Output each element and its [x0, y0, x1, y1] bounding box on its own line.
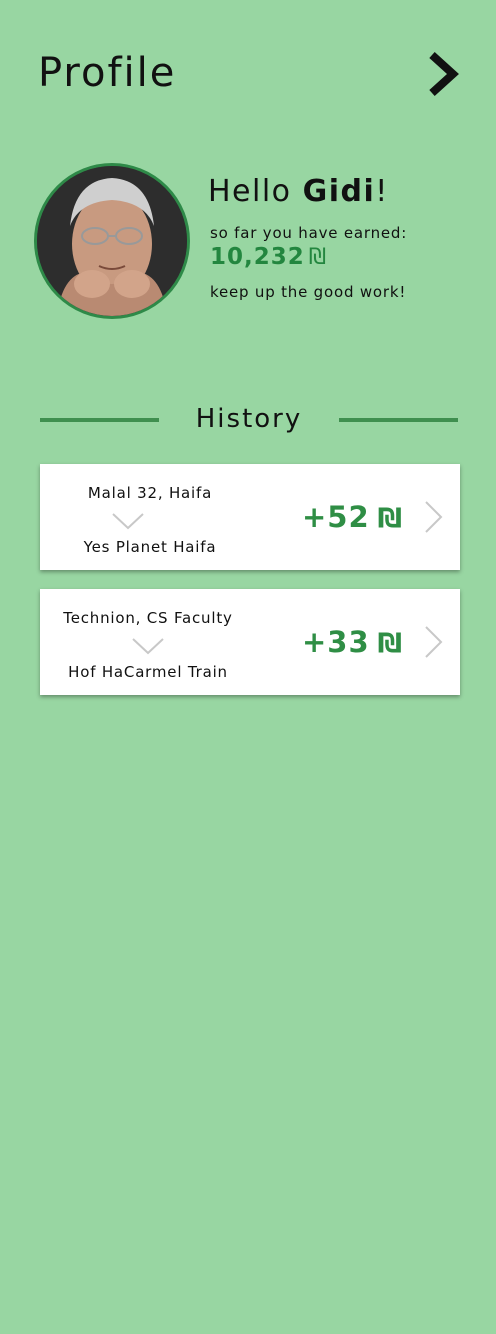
- greeting: Hello Gidi!: [208, 172, 389, 212]
- trip-destination: Yes Planet Haifa: [83, 538, 217, 556]
- page-title: Profile: [38, 50, 177, 96]
- history-item[interactable]: Technion, CS Faculty Hof HaCarmel Train …: [40, 589, 460, 695]
- avatar: [34, 163, 190, 319]
- earned-label: so far you have earned:: [210, 224, 408, 242]
- currency-symbol: ₪: [377, 503, 404, 534]
- chevron-right-icon: [429, 52, 459, 96]
- trip-reward-amount: +33: [302, 625, 370, 659]
- trip-origin: Malal 32, Haifa: [87, 484, 213, 502]
- chevron-down-icon: [112, 513, 144, 530]
- chevron-right-icon[interactable]: [423, 625, 445, 659]
- trip-reward: +33 ₪: [302, 622, 403, 664]
- history-item[interactable]: Malal 32, Haifa Yes Planet Haifa +52 ₪: [40, 464, 460, 570]
- history-title: History: [195, 404, 303, 434]
- next-button[interactable]: [424, 50, 464, 98]
- trip-destination: Hof HaCarmel Train: [68, 663, 228, 681]
- greeting-suffix: !: [375, 174, 389, 209]
- trip-origin: Technion, CS Faculty: [63, 609, 233, 627]
- history-divider-right: [339, 418, 458, 422]
- trip-reward: +52 ₪: [302, 497, 403, 539]
- user-name: Gidi: [302, 174, 376, 209]
- user-portrait: [37, 166, 187, 316]
- history-divider-left: [40, 418, 159, 422]
- greeting-prefix: Hello: [208, 174, 303, 209]
- chevron-right-icon[interactable]: [423, 500, 445, 534]
- encouragement-text: keep up the good work!: [210, 283, 407, 301]
- chevron-down-icon: [132, 638, 164, 655]
- currency-symbol: ₪: [308, 245, 328, 270]
- earned-total: 10,232 ₪: [210, 242, 327, 273]
- earned-amount: 10,232: [210, 244, 305, 270]
- trip-reward-amount: +52: [302, 500, 370, 534]
- currency-symbol: ₪: [377, 628, 404, 659]
